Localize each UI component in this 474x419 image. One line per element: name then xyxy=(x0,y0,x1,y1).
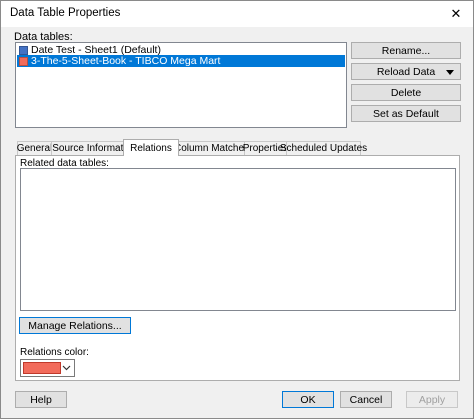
relations-color-label: Relations color: xyxy=(20,347,89,358)
table-color-swatch xyxy=(19,56,28,66)
reload-data-button[interactable]: Reload Data xyxy=(351,63,461,80)
close-button[interactable]: ✕ xyxy=(439,1,473,27)
ok-button[interactable]: OK xyxy=(282,391,334,408)
manage-relations-button[interactable]: Manage Relations... xyxy=(19,317,131,334)
tab-scheduled-updates[interactable]: Scheduled Updates xyxy=(280,141,367,155)
title-bar: Data Table Properties ✕ xyxy=(1,1,473,27)
data-tables-list[interactable]: Date Test - Sheet1 (Default) 3-The-5-She… xyxy=(15,42,347,128)
tab-relations[interactable]: Relations xyxy=(123,139,179,156)
cancel-button[interactable]: Cancel xyxy=(340,391,392,408)
chevron-down-icon xyxy=(62,365,71,371)
rename-button[interactable]: Rename... xyxy=(351,42,461,59)
related-tables-list[interactable] xyxy=(20,168,456,311)
relations-color-swatch xyxy=(23,362,61,374)
dialog-window: Data Table Properties ✕ Data tables: Dat… xyxy=(0,0,474,419)
tab-general[interactable]: General xyxy=(17,141,52,155)
data-table-item-selected[interactable]: 3-The-5-Sheet-Book - TIBCO Mega Mart xyxy=(17,55,345,67)
data-table-item-label: 3-The-5-Sheet-Book - TIBCO Mega Mart xyxy=(31,55,221,67)
close-icon: ✕ xyxy=(450,6,462,21)
dropdown-arrow-icon xyxy=(446,70,454,75)
delete-button[interactable]: Delete xyxy=(351,84,461,101)
relations-color-picker[interactable] xyxy=(20,359,75,377)
set-as-default-button[interactable]: Set as Default xyxy=(351,105,461,122)
tab-column-matches[interactable]: Column Matches xyxy=(174,141,249,155)
window-title: Data Table Properties xyxy=(10,7,121,19)
help-button[interactable]: Help xyxy=(15,391,67,408)
apply-button[interactable]: Apply xyxy=(406,391,458,408)
table-color-swatch xyxy=(19,45,28,55)
reload-data-label: Reload Data xyxy=(376,65,436,78)
